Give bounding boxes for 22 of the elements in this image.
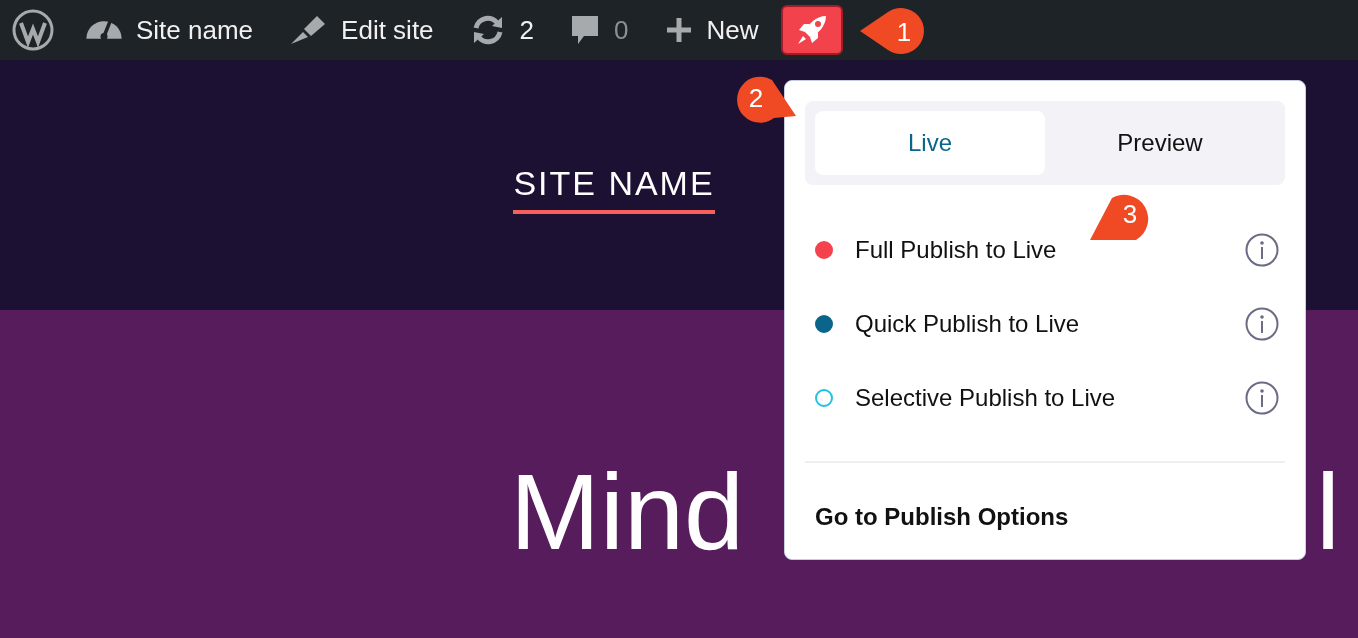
- plus-icon: [664, 16, 693, 44]
- tab[interactable]: Preview: [1045, 111, 1275, 175]
- wordpress-logo-icon[interactable]: [12, 9, 54, 51]
- publish-option[interactable]: Full Publish to Live: [855, 236, 1245, 264]
- comments-link[interactable]: 0: [570, 14, 629, 46]
- new-link[interactable]: New: [664, 14, 759, 46]
- updates-link[interactable]: 2: [469, 14, 535, 46]
- publish-option[interactable]: Quick Publish to Live: [855, 310, 1245, 338]
- hero-heading: Mind: [510, 458, 745, 574]
- hero-heading-fragment: l: [1316, 458, 1340, 574]
- dashboard-icon: [86, 20, 122, 40]
- publish-options-link[interactable]: Go to Publish Options: [815, 503, 1285, 531]
- edit-site-link[interactable]: Edit site: [289, 14, 434, 46]
- info-icon[interactable]: [1245, 381, 1279, 415]
- tab[interactable]: Live: [815, 111, 1045, 175]
- speech-bubble-icon: [570, 14, 601, 46]
- site-title[interactable]: SITE NAME: [513, 164, 715, 214]
- info-icon[interactable]: [1245, 307, 1279, 341]
- info-icon[interactable]: [1245, 233, 1279, 267]
- publish-option[interactable]: Selective Publish to Live: [855, 384, 1245, 412]
- site-name-link[interactable]: Site name: [86, 14, 254, 46]
- publish-button[interactable]: [780, 5, 843, 55]
